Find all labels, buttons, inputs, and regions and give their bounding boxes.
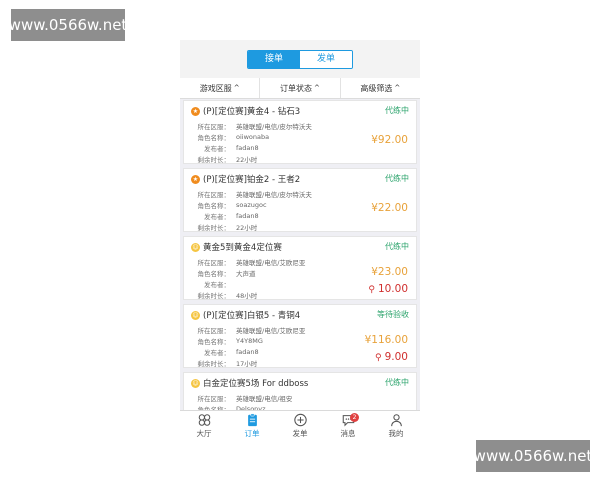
tab-label: 消息 [340,428,356,438]
caret-up-icon: ^ [314,84,320,92]
clipboard-icon [247,413,257,426]
order-title: 黄金5到黄金4定位赛 [203,243,282,253]
order-card[interactable]: ☺ 白金定位赛5场 For ddboss 代练中 所在区服： 英雄联盟/电信/祖安 … [183,372,417,410]
tab-label: 发单 [292,428,308,438]
order-title: (P)[定位赛]白银5 - 青铜4 [203,311,301,321]
order-server: 英雄联盟/电信/艾欧尼亚 [236,258,306,267]
label-server: 所在区服： [197,326,231,335]
filter-label: 游戏区服 [199,83,232,93]
order-price: ¥22.00 [371,202,408,214]
order-publisher: fadan8 [236,347,259,356]
order-card[interactable]: ★ (P)[定位赛]黄金4 - 钻石3 代练中 所在区服： 英雄联盟/电信/皮尔特沃… [183,100,417,164]
order-bonus-value: 10.00 [377,283,408,295]
pin-icon: ⚲ [375,353,382,363]
order-role: oiiwonaba [236,132,270,141]
tab-label: 订单 [244,428,260,438]
tab-hall[interactable]: 大厅 [180,411,228,440]
message-count-badge: 2 [350,413,359,422]
smile-icon: ☺ [191,310,200,320]
filter-advanced[interactable]: 高级筛选 ^ [341,78,420,98]
order-status: 代练中 [385,174,409,183]
filter-server[interactable]: 游戏区服 ^ [180,78,261,98]
order-status: 代练中 [385,106,409,115]
smile-icon: ☺ [191,242,200,252]
label-role: 角色名称： [197,133,231,142]
tab-receive[interactable]: 接单 [248,50,300,68]
order-remaining: 22小时 [236,223,258,232]
tab-label: 大厅 [196,428,212,438]
order-card[interactable]: ☺ (P)[定位赛]白银5 - 青铜4 等待验收 所在区服： 英雄联盟/电信/艾欧尼… [183,304,417,368]
label-server: 所在区服： [197,122,231,131]
bottom-tab-bar: 大厅 订单 发单 2 消息 我的 [180,410,420,440]
filter-label: 订单状态 [280,83,313,93]
clover-icon [198,413,210,426]
order-price: ¥116.00 [364,334,408,346]
tab-publish[interactable]: 发单 [300,50,352,68]
filter-bar: 游戏区服 ^ 订单状态 ^ 高级筛选 ^ [180,78,420,99]
label-publisher: 发布者： [204,348,230,357]
label-remaining: 剩余时长： [197,291,231,300]
order-title: 白金定位赛5场 For ddboss [203,379,309,389]
plus-circle-icon [293,413,307,426]
order-server: 英雄联盟/电信/祖安 [236,394,293,403]
caret-up-icon: ^ [233,84,240,92]
tab-orders[interactable]: 订单 [228,411,276,440]
star-icon: ★ [191,174,200,184]
tab-profile[interactable]: 我的 [372,411,420,440]
order-remaining: 22小时 [236,155,258,164]
top-tab-bar: 接单 发单 [180,40,420,78]
order-publisher: fadan8 [236,143,259,152]
order-remaining: 48小时 [236,291,258,300]
order-status: 等待验收 [377,310,409,319]
label-publisher: 发布者： [204,212,230,221]
phone-screen: 接单 发单 游戏区服 ^ 订单状态 ^ 高级筛选 ^ ★ (P)[定位赛]黄金4 - 钻… [180,40,420,440]
label-publisher: 发布者： [204,280,230,289]
label-remaining: 剩余时长： [197,155,231,164]
order-status: 代练中 [385,378,409,387]
label-role: 角色名称： [197,269,231,278]
order-title: (P)[定位赛]铂金2 - 王者2 [203,175,301,185]
watermark-top: www.0566w.net [9,9,127,41]
order-role: 大声道 [236,269,256,278]
segmented-control: 接单 发单 [247,49,353,69]
order-card[interactable]: ☺ 黄金5到黄金4定位赛 代练中 所在区服： 英雄联盟/电信/艾欧尼亚 角色名称： 大… [183,236,417,300]
label-role: 角色名称： [197,201,231,210]
order-price: ¥23.00 [371,266,408,278]
order-role: Y4Y8MG [236,336,263,345]
order-bonus: ⚲ 10.00 [368,283,408,295]
order-price: ¥92.00 [371,134,408,146]
order-role: soazugoc [236,200,267,209]
order-title: (P)[定位赛]黄金4 - 钻石3 [203,107,301,117]
order-list: ★ (P)[定位赛]黄金4 - 钻石3 代练中 所在区服： 英雄联盟/电信/皮尔特沃… [180,100,420,410]
order-server: 英雄联盟/电信/皮尔特沃夫 [236,122,312,131]
filter-label: 高级筛选 [360,83,393,93]
user-icon [390,413,402,426]
order-remaining: 17小时 [236,359,258,368]
order-server: 英雄联盟/电信/皮尔特沃夫 [236,190,312,199]
label-server: 所在区服： [197,258,231,267]
order-card[interactable]: ★ (P)[定位赛]铂金2 - 王者2 代练中 所在区服： 英雄联盟/电信/皮尔特沃… [183,168,417,232]
watermark-bottom: www.0566w.net [474,440,592,472]
order-publisher: fadan8 [236,211,259,220]
caret-up-icon: ^ [394,84,401,92]
star-icon: ★ [191,106,200,116]
smile-icon: ☺ [191,378,200,388]
tab-publish-order[interactable]: 发单 [276,411,324,440]
filter-status[interactable]: 订单状态 ^ [260,78,341,98]
tab-label: 我的 [388,428,404,438]
label-remaining: 剩余时长： [197,223,231,232]
label-server: 所在区服： [197,394,231,403]
order-server: 英雄联盟/电信/艾欧尼亚 [236,326,306,335]
order-status: 代练中 [385,242,409,251]
order-bonus: ⚲ 9.00 [375,351,408,363]
pin-icon: ⚲ [368,285,375,295]
label-remaining: 剩余时长： [197,359,231,368]
label-publisher: 发布者： [204,144,230,153]
tab-messages[interactable]: 2 消息 [324,411,372,440]
label-role: 角色名称： [197,337,231,346]
label-server: 所在区服： [197,190,231,199]
order-bonus-value: 9.00 [384,351,408,363]
